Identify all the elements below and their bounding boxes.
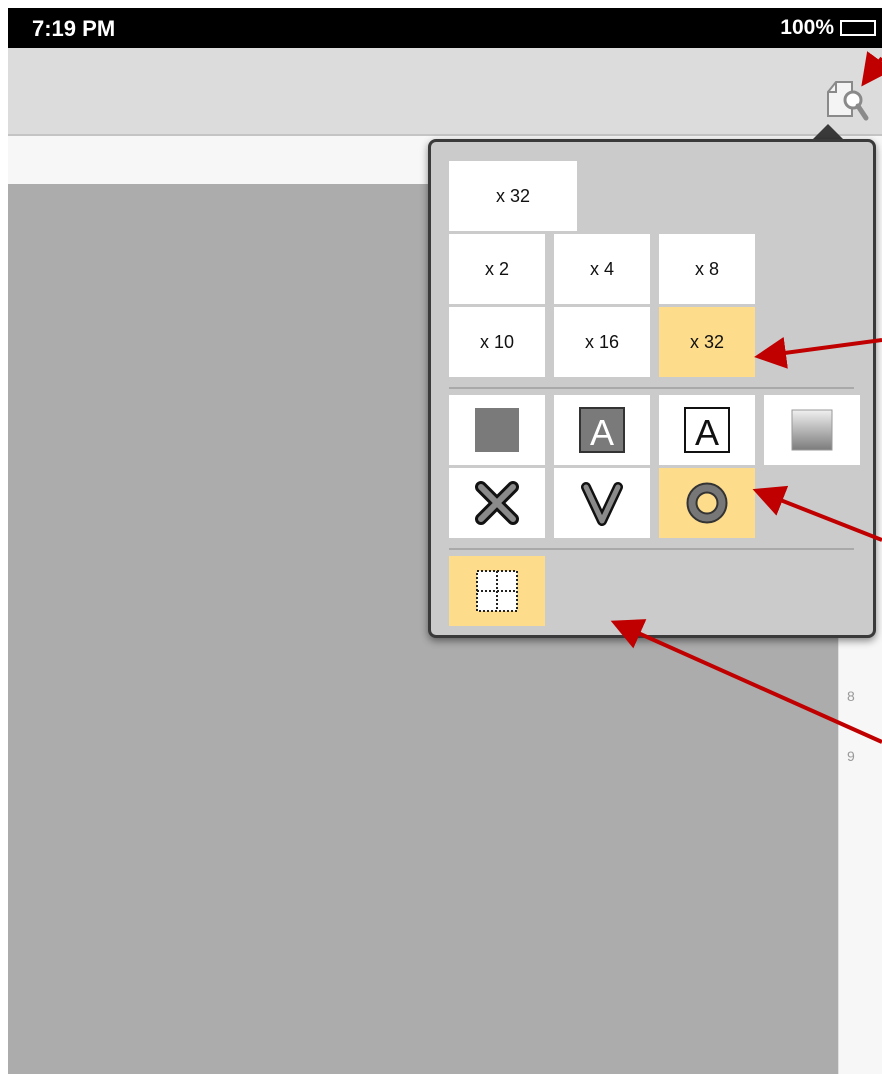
x-mark-icon xyxy=(475,481,519,525)
line-number: 8 xyxy=(847,688,855,704)
zoom-popover: x 32 x 2 x 4 x 8 x 10 x 16 x 32 A A xyxy=(428,139,876,638)
zoom-option-x16[interactable]: x 16 xyxy=(554,307,650,377)
line-number: 9 xyxy=(847,748,855,764)
zoom-option-x32-selected[interactable]: x 32 xyxy=(659,307,755,377)
svg-text:A: A xyxy=(695,412,719,453)
svg-text:A: A xyxy=(590,412,614,453)
divider xyxy=(449,548,854,550)
o-mark-icon xyxy=(686,482,728,524)
style-option-outlined-letter[interactable]: A xyxy=(659,395,755,465)
zoom-option-x10[interactable]: x 10 xyxy=(449,307,545,377)
marker-option-o-selected[interactable] xyxy=(659,468,755,538)
gradient-square-icon xyxy=(791,409,833,451)
toolbar xyxy=(8,48,882,136)
battery-indicator: 100% xyxy=(780,16,876,40)
dashed-grid-icon xyxy=(476,570,518,612)
v-mark-icon xyxy=(581,482,623,526)
zoom-option-x8[interactable]: x 8 xyxy=(659,234,755,304)
inspect-page-icon[interactable] xyxy=(826,76,870,122)
style-option-filled-square[interactable] xyxy=(449,395,545,465)
status-time: 7:19 PM xyxy=(32,16,116,41)
marker-option-x[interactable] xyxy=(449,468,545,538)
filled-letter-a-icon: A xyxy=(579,407,625,453)
status-bar: 7:19 PM 100% xyxy=(8,8,882,48)
zoom-option-x2[interactable]: x 2 xyxy=(449,234,545,304)
grid-toggle-selected[interactable] xyxy=(449,556,545,626)
divider xyxy=(449,387,854,389)
marker-option-v[interactable] xyxy=(554,468,650,538)
outlined-letter-a-icon: A xyxy=(684,407,730,453)
current-zoom-display: x 32 xyxy=(449,161,577,231)
style-option-filled-letter[interactable]: A xyxy=(554,395,650,465)
battery-icon xyxy=(840,20,876,36)
style-option-gradient[interactable] xyxy=(764,395,860,465)
filled-square-icon xyxy=(475,408,519,452)
zoom-option-x4[interactable]: x 4 xyxy=(554,234,650,304)
battery-percent: 100% xyxy=(780,16,834,39)
